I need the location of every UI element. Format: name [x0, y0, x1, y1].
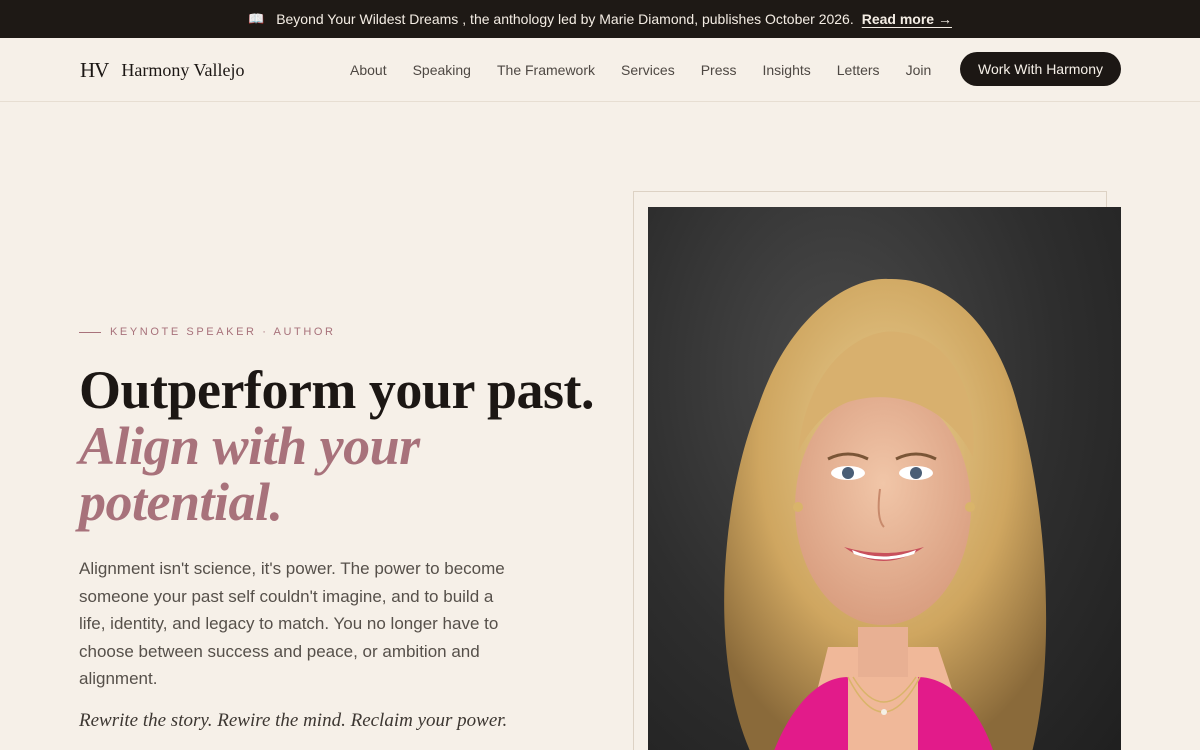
eyebrow-label: KEYNOTE SPEAKER · AUTHOR	[110, 326, 336, 338]
headline-italic: Align with your potential.	[79, 416, 420, 532]
nav-item-the-framework[interactable]: The Framework	[497, 62, 595, 78]
site-header: HV Harmony Vallejo About Speaking The Fr…	[0, 38, 1200, 102]
monogram-logo: HV	[80, 58, 109, 82]
hero-tagline: Rewrite the story. Rewire the mind. Recl…	[79, 710, 508, 731]
brand-logo[interactable]: HV Harmony Vallejo	[80, 58, 245, 83]
main-menu: About Speaking The Framework Services Pr…	[350, 38, 957, 102]
nav-item-join[interactable]: Join	[906, 62, 932, 78]
brand-name: Harmony Vallejo	[121, 60, 245, 80]
book-icon: 📖	[248, 11, 265, 26]
portrait-photo	[648, 207, 1121, 750]
hero-eyebrow: KEYNOTE SPEAKER · AUTHOR	[79, 326, 336, 338]
portrait-illustration	[724, 278, 1047, 750]
announcement-bar: 📖 Beyond Your Wildest Dreams , the antho…	[0, 0, 1200, 38]
nav-item-about[interactable]: About	[350, 62, 387, 78]
hero-headline: Outperform your past. Align with your po…	[79, 362, 619, 530]
eyebrow-rule	[79, 331, 101, 333]
read-more-link[interactable]: Read more →	[862, 11, 952, 27]
nav-item-insights[interactable]: Insights	[763, 62, 811, 78]
announcement-text: , the anthology led by Marie Diamond, pu…	[462, 11, 854, 27]
nav-item-services[interactable]: Services	[621, 62, 675, 78]
headline-plain: Outperform your past.	[79, 360, 594, 420]
nav-item-press[interactable]: Press	[701, 62, 737, 78]
work-with-harmony-button[interactable]: Work With Harmony	[960, 52, 1121, 86]
nav-item-letters[interactable]: Letters	[837, 62, 880, 78]
nav-item-speaking[interactable]: Speaking	[413, 62, 471, 78]
announcement-title: Beyond Your Wildest Dreams	[276, 11, 459, 27]
hero-body: Alignment isn't science, it's power. The…	[79, 559, 505, 688]
